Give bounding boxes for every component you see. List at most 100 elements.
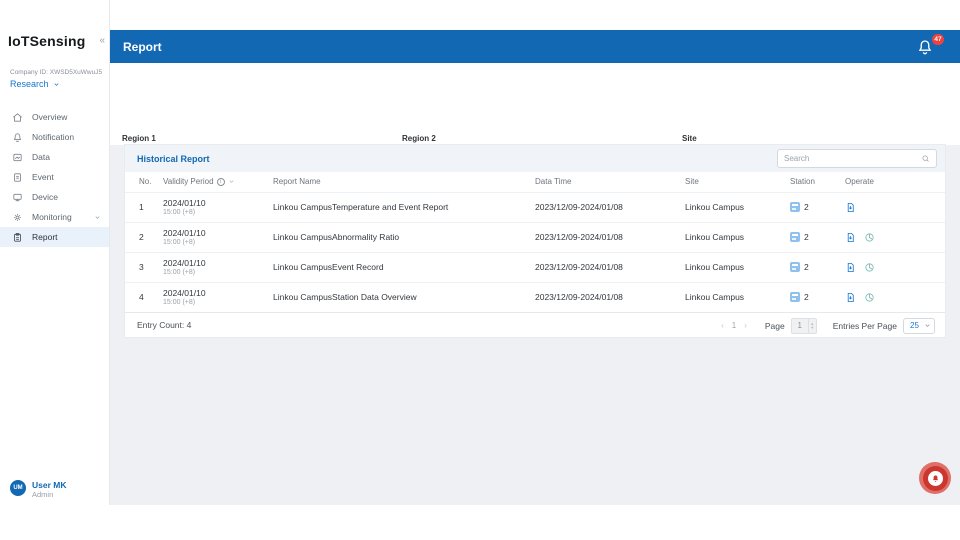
sidebar-item-label: Notification bbox=[32, 132, 74, 142]
sidebar-item-notification[interactable]: Notification bbox=[0, 127, 109, 147]
event-icon bbox=[12, 172, 23, 183]
station-icon bbox=[790, 202, 800, 212]
user-name: User MK bbox=[32, 480, 66, 490]
site-label: Site bbox=[682, 134, 697, 143]
validity-time: 15:00 (+8) bbox=[163, 299, 273, 306]
chart-preview-icon[interactable] bbox=[864, 292, 875, 303]
pagination-prev[interactable]: ‹ bbox=[719, 321, 726, 330]
table-row: 2 2024/01/10 15:00 (+8) Linkou CampusAbn… bbox=[125, 222, 945, 252]
table-row: 4 2024/01/10 15:00 (+8) Linkou CampusSta… bbox=[125, 282, 945, 312]
region1-label: Region 1 bbox=[122, 134, 156, 143]
column-station: Station bbox=[790, 172, 845, 192]
page-label: Page bbox=[765, 321, 785, 331]
region2-label: Region 2 bbox=[402, 134, 436, 143]
data-time-cell: 2023/12/09-2024/01/08 bbox=[535, 252, 685, 282]
main-content: Historical Report No. Validity Period i bbox=[110, 145, 960, 505]
page-stepper[interactable]: ▲▼ bbox=[808, 319, 816, 333]
page-title: Report bbox=[123, 40, 162, 54]
download-report-icon[interactable] bbox=[845, 232, 856, 243]
workspace-label: Research bbox=[10, 79, 49, 89]
pagination-page-1[interactable]: 1 bbox=[732, 321, 736, 330]
entries-per-page-select[interactable]: 25 bbox=[903, 318, 935, 334]
validity-time: 15:00 (+8) bbox=[163, 209, 273, 216]
station-icon bbox=[790, 292, 800, 302]
sidebar-item-data[interactable]: Data bbox=[0, 147, 109, 167]
site-cell: Linkou Campus bbox=[685, 192, 790, 222]
validity-date: 2024/01/10 bbox=[163, 228, 273, 238]
data-time-cell: 2023/12/09-2024/01/08 bbox=[535, 192, 685, 222]
sidebar-item-report[interactable]: Report bbox=[0, 227, 109, 247]
page-header: Report 47 bbox=[110, 30, 960, 63]
info-icon: i bbox=[217, 178, 225, 186]
filter-panel: Region 1 Please select Region 2 Please s… bbox=[110, 63, 960, 145]
avatar: UM bbox=[10, 480, 26, 496]
table-row: 1 2024/01/10 15:00 (+8) Linkou CampusTem… bbox=[125, 192, 945, 222]
alarm-fab-button[interactable] bbox=[919, 462, 951, 494]
alarm-fab-ring bbox=[923, 466, 948, 491]
sidebar-item-event[interactable]: Event bbox=[0, 167, 109, 187]
gear-icon bbox=[12, 212, 23, 223]
card-title: Historical Report bbox=[137, 154, 210, 164]
report-icon bbox=[12, 232, 23, 243]
search-icon[interactable] bbox=[921, 154, 930, 163]
download-report-icon[interactable] bbox=[845, 292, 856, 303]
sidebar-item-label: Event bbox=[32, 172, 54, 182]
station-count: 2 bbox=[804, 262, 809, 272]
station-count: 2 bbox=[804, 232, 809, 242]
site-cell: Linkou Campus bbox=[685, 222, 790, 252]
entries-per-page-label: Entries Per Page bbox=[833, 321, 897, 331]
validity-time: 15:00 (+8) bbox=[163, 269, 273, 276]
report-name-cell: Linkou CampusTemperature and Event Repor… bbox=[273, 192, 535, 222]
user-role: Admin bbox=[32, 490, 66, 499]
report-name-cell: Linkou CampusAbnormality Ratio bbox=[273, 222, 535, 252]
download-report-icon[interactable] bbox=[845, 262, 856, 273]
search-input[interactable] bbox=[784, 154, 921, 163]
workspace-selector[interactable]: Research bbox=[10, 79, 60, 89]
page-input[interactable]: 1 ▲▼ bbox=[791, 318, 817, 334]
report-name-cell: Linkou CampusEvent Record bbox=[273, 252, 535, 282]
validity-date: 2024/01/10 bbox=[163, 258, 273, 268]
report-name-cell: Linkou CampusStation Data Overview bbox=[273, 282, 535, 312]
chevron-down-icon bbox=[53, 81, 60, 88]
sidebar-item-label: Monitoring bbox=[32, 212, 72, 222]
column-site: Site bbox=[685, 172, 790, 192]
chevron-down-icon bbox=[924, 322, 931, 329]
data-time-cell: 2023/12/09-2024/01/08 bbox=[535, 282, 685, 312]
search-box bbox=[777, 149, 937, 168]
entry-count: Entry Count: 4 bbox=[137, 320, 191, 330]
table-header-row: No. Validity Period i Report Name Data T… bbox=[125, 172, 945, 192]
column-validity-period[interactable]: Validity Period i bbox=[163, 172, 273, 192]
column-operate: Operate bbox=[845, 172, 945, 192]
data-icon bbox=[12, 152, 23, 163]
user-profile[interactable]: UM User MK Admin bbox=[10, 480, 66, 499]
home-icon bbox=[12, 112, 23, 123]
column-report-name: Report Name bbox=[273, 172, 535, 192]
card-title-bar: Historical Report bbox=[125, 145, 945, 172]
sidebar-item-label: Overview bbox=[32, 112, 67, 122]
app-brand: IoTSensing bbox=[8, 33, 85, 49]
sidebar-item-monitoring[interactable]: Monitoring bbox=[0, 207, 109, 227]
chart-preview-icon[interactable] bbox=[864, 262, 875, 273]
validity-date: 2024/01/10 bbox=[163, 198, 273, 208]
report-table: No. Validity Period i Report Name Data T… bbox=[125, 172, 945, 312]
sidebar-item-label: Device bbox=[32, 192, 58, 202]
sidebar-item-label: Report bbox=[32, 232, 58, 242]
station-count: 2 bbox=[804, 292, 809, 302]
sidebar-menu: Overview Notification Data Event Device … bbox=[0, 107, 109, 247]
chart-preview-icon[interactable] bbox=[864, 232, 875, 243]
download-report-icon[interactable] bbox=[845, 202, 856, 213]
alarm-bell-icon bbox=[928, 471, 943, 486]
sidebar-item-label: Data bbox=[32, 152, 50, 162]
station-icon bbox=[790, 232, 800, 242]
sidebar-item-device[interactable]: Device bbox=[0, 187, 109, 207]
pagination-next[interactable]: › bbox=[742, 321, 749, 330]
sidebar: IoTSensing « Company ID: XWSD5XuWwuJ5 Re… bbox=[0, 0, 110, 505]
sort-caret-icon[interactable] bbox=[228, 178, 235, 185]
site-cell: Linkou Campus bbox=[685, 282, 790, 312]
sidebar-collapse-icon[interactable]: « bbox=[99, 35, 105, 46]
site-cell: Linkou Campus bbox=[685, 252, 790, 282]
sidebar-item-overview[interactable]: Overview bbox=[0, 107, 109, 127]
table-footer: Entry Count: 4 ‹ 1 › Page 1 ▲▼ Entries P… bbox=[125, 312, 945, 337]
column-no: No. bbox=[125, 172, 163, 192]
device-icon bbox=[12, 192, 23, 203]
